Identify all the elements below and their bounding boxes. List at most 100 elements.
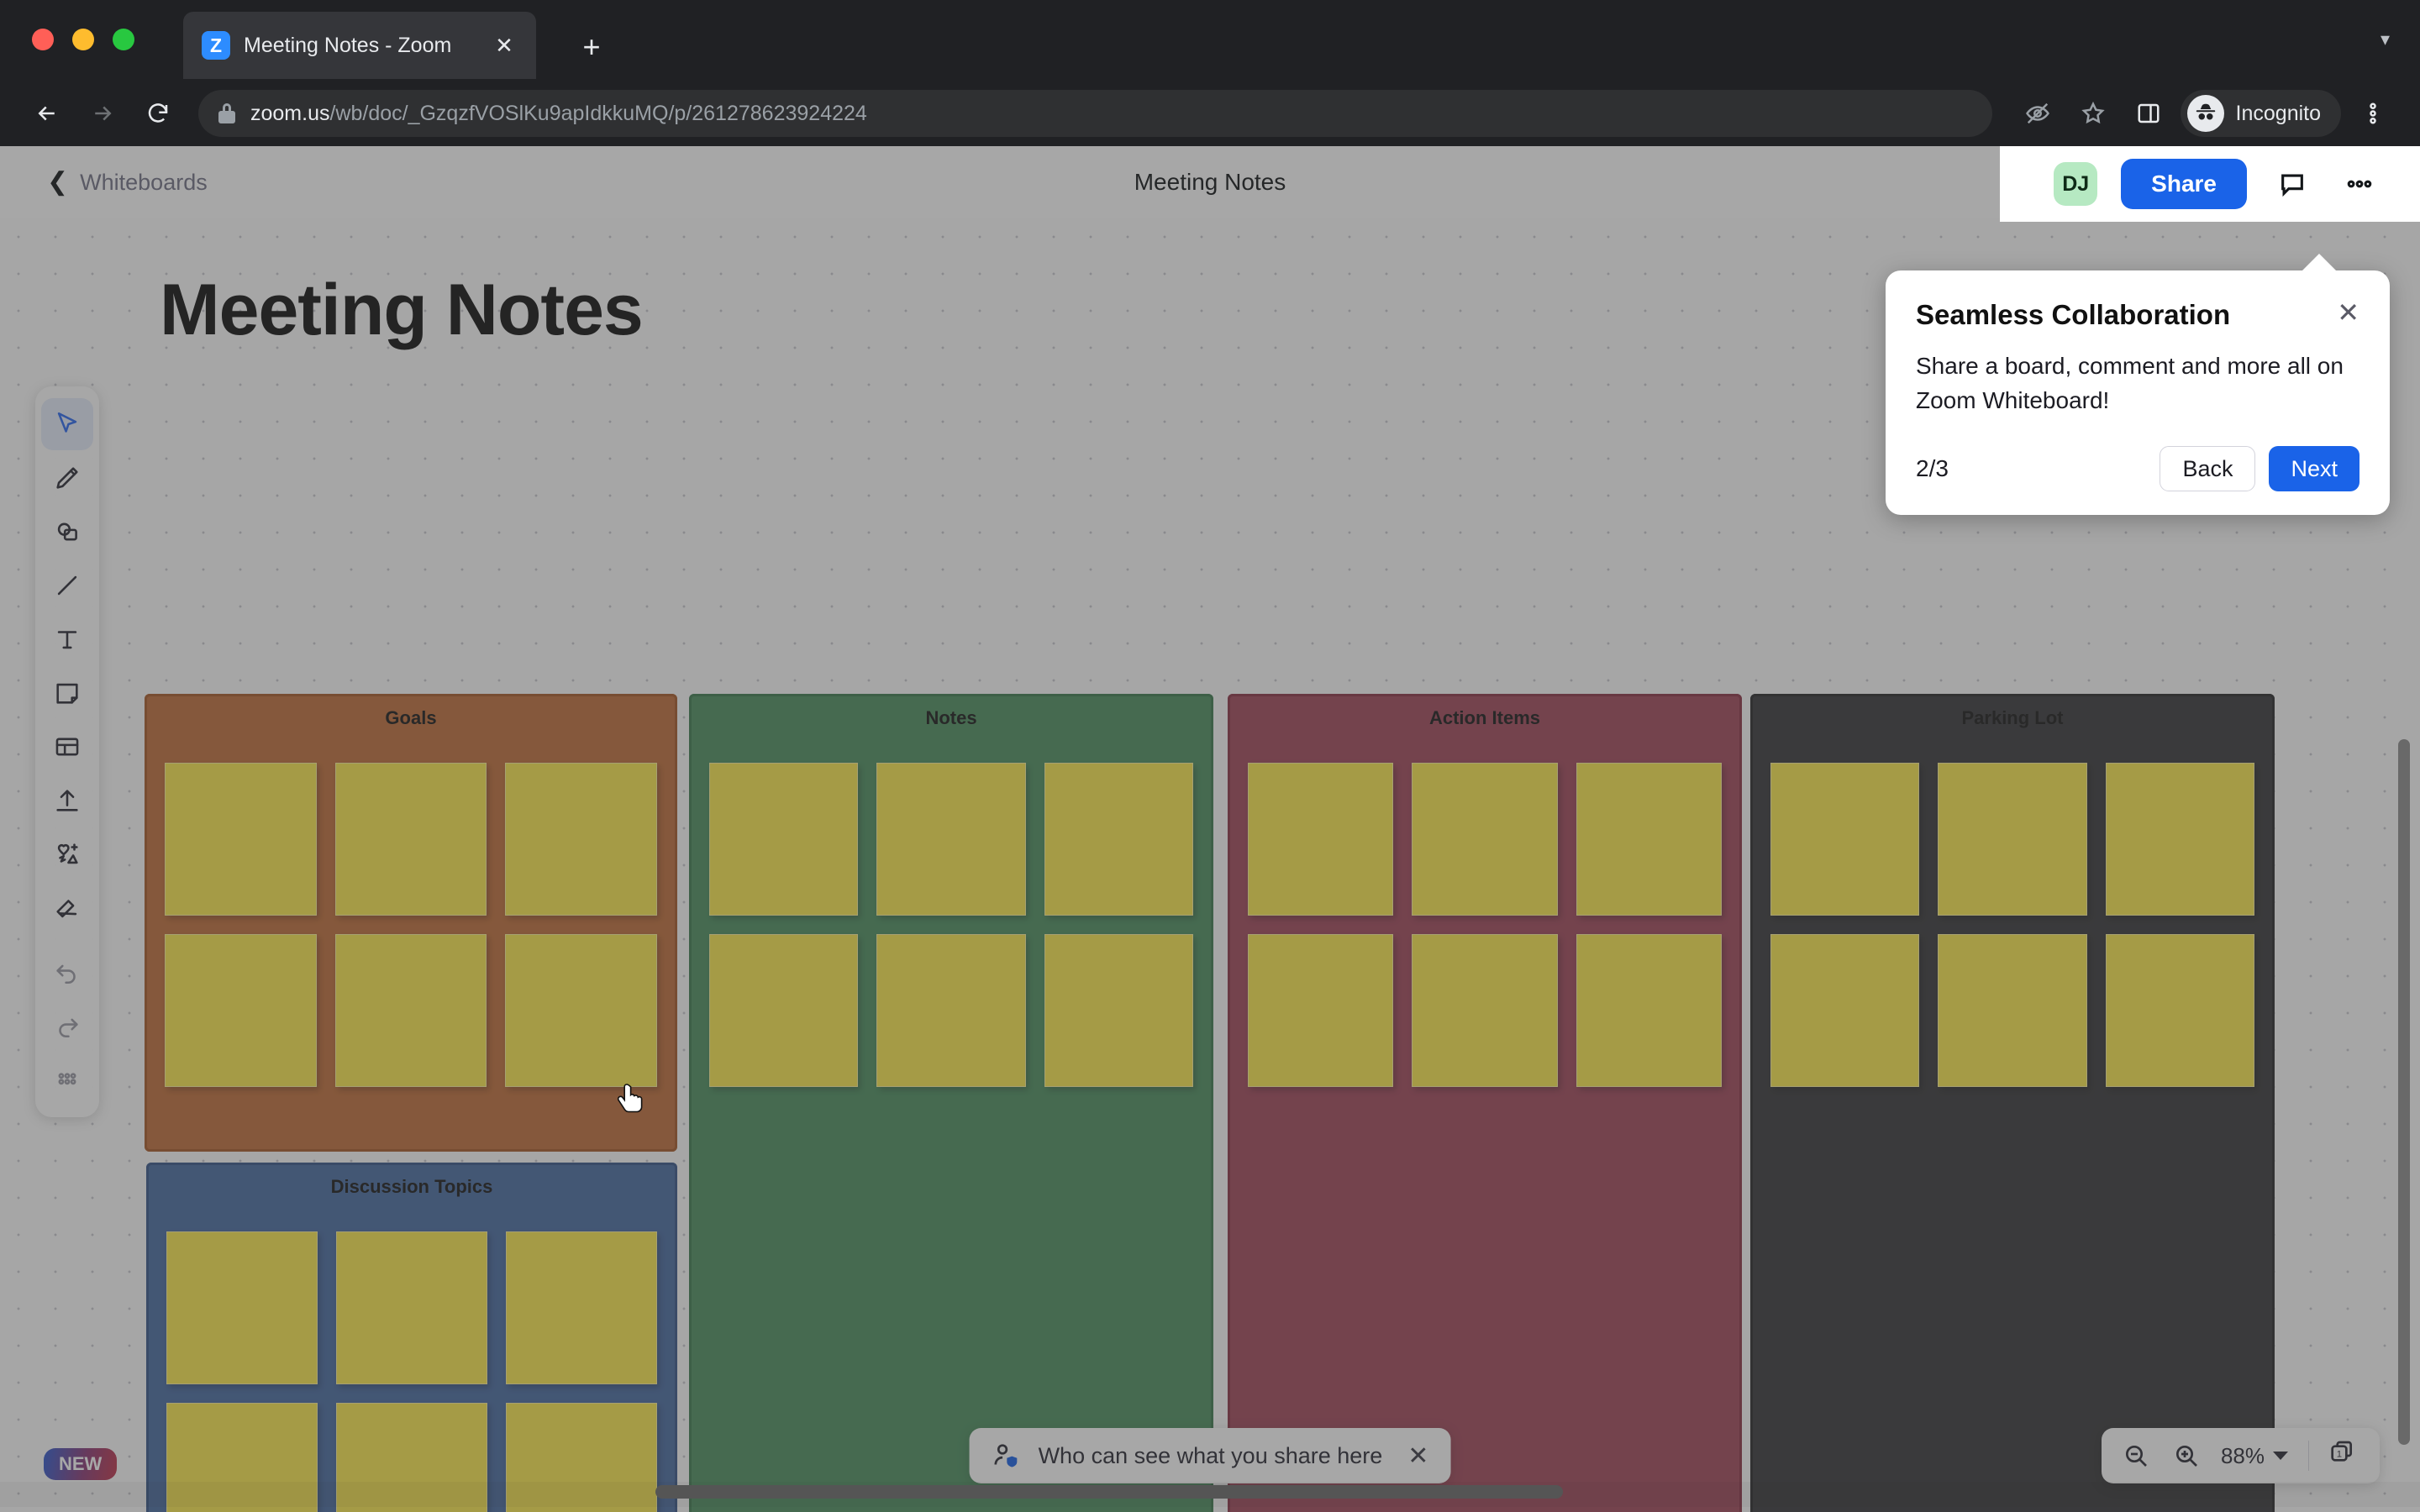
frame-tool[interactable] xyxy=(41,721,93,773)
panel-title: Action Items xyxy=(1428,707,1541,728)
sticky-note[interactable] xyxy=(1770,934,1920,1087)
panel-notes[interactable]: Notes xyxy=(689,694,1213,1512)
close-tab-icon[interactable]: ✕ xyxy=(487,29,521,62)
profile-label: Incognito xyxy=(2235,101,2321,125)
browser-menu-icon[interactable] xyxy=(2349,90,2396,137)
back-button[interactable]: Back xyxy=(2160,446,2256,492)
share-toast-text: Who can see what you share here xyxy=(1038,1442,1383,1468)
text-tool[interactable] xyxy=(41,613,93,665)
more-options-icon[interactable] xyxy=(2338,162,2381,206)
sticky-note[interactable] xyxy=(876,763,1026,916)
star-icon[interactable] xyxy=(2070,90,2117,137)
tab-search-chevron-down-icon[interactable]: ▾ xyxy=(2381,29,2390,50)
tab-strip: Z Meeting Notes - Zoom ✕ + ▾ xyxy=(0,0,2420,81)
panel-discussion-topics[interactable]: Discussion Topics xyxy=(146,1163,677,1512)
sticky-note[interactable] xyxy=(334,763,487,916)
sticky-note[interactable] xyxy=(334,934,487,1087)
side-panel-icon[interactable] xyxy=(2125,90,2172,137)
pen-tool[interactable] xyxy=(41,452,93,504)
sticky-note[interactable] xyxy=(709,934,859,1087)
profile-chip[interactable]: Incognito xyxy=(2180,90,2341,137)
eraser-tool[interactable] xyxy=(41,882,93,934)
sticky-note[interactable] xyxy=(709,763,859,916)
address-bar[interactable]: zoom.us/wb/doc/_GzqzfVOSlKu9apIdkkuMQ/p/… xyxy=(198,90,1992,137)
sticky-note[interactable] xyxy=(1412,763,1558,916)
horizontal-scrollbar[interactable] xyxy=(655,1485,1563,1499)
sticky-note[interactable] xyxy=(506,1231,657,1384)
sticky-note[interactable] xyxy=(1248,763,1394,916)
tool-rail xyxy=(35,386,99,1117)
eye-off-icon[interactable] xyxy=(2014,90,2061,137)
sticky-note[interactable] xyxy=(1576,934,1722,1087)
share-visibility-toast[interactable]: Who can see what you share here ✕ xyxy=(969,1428,1451,1483)
minimize-window-button[interactable] xyxy=(72,29,94,50)
browser-tab[interactable]: Z Meeting Notes - Zoom ✕ xyxy=(183,12,536,79)
sticky-note-grid xyxy=(1228,763,1742,1087)
reactions-tool[interactable] xyxy=(41,828,93,880)
close-window-button[interactable] xyxy=(32,29,54,50)
panel-goals[interactable]: Goals xyxy=(145,694,677,1152)
coachmark-footer: 2/3 Back Next xyxy=(1916,446,2360,492)
more-tools-grid-dots-icon[interactable] xyxy=(41,1053,93,1105)
url-host: zoom.us xyxy=(250,101,330,125)
zoom-level-value: 88% xyxy=(2220,1442,2265,1468)
sticky-note-grid xyxy=(145,763,677,1087)
upload-tool[interactable] xyxy=(41,774,93,827)
lock-icon xyxy=(218,103,235,123)
back-icon[interactable] xyxy=(24,90,71,137)
sticky-note[interactable] xyxy=(1938,763,2087,916)
close-icon[interactable]: ✕ xyxy=(1407,1441,1428,1471)
undo-button[interactable] xyxy=(41,946,93,998)
sticky-note[interactable] xyxy=(2105,934,2254,1087)
sticky-note[interactable] xyxy=(505,934,657,1087)
sticky-note[interactable] xyxy=(165,934,317,1087)
maximize-window-button[interactable] xyxy=(113,29,134,50)
sticky-note[interactable] xyxy=(1412,934,1558,1087)
panel-title: Notes xyxy=(925,707,977,728)
zoom-controls: 88% 1 xyxy=(2101,1428,2380,1483)
close-icon[interactable]: ✕ xyxy=(2337,299,2360,326)
sticky-note[interactable] xyxy=(876,934,1026,1087)
sticky-note-grid xyxy=(689,763,1213,1087)
tab-title: Meeting Notes - Zoom xyxy=(244,33,452,57)
forward-icon[interactable] xyxy=(79,90,126,137)
vertical-scrollbar[interactable] xyxy=(2398,739,2410,1445)
pages-panel-button[interactable]: 1 xyxy=(2323,1433,2368,1478)
mouse-cursor xyxy=(617,1084,643,1113)
sticky-note[interactable] xyxy=(1248,934,1394,1087)
share-button[interactable]: Share xyxy=(2121,159,2247,209)
sticky-note[interactable] xyxy=(1770,763,1920,916)
avatar[interactable]: DJ xyxy=(2054,162,2098,206)
zoom-level-dropdown[interactable]: 88% xyxy=(2214,1443,2295,1469)
coachmark-body: Share a board, comment and more all on Z… xyxy=(1916,353,2344,413)
panel-action-items[interactable]: Action Items xyxy=(1228,694,1742,1512)
select-tool[interactable] xyxy=(41,398,93,450)
new-tab-button[interactable]: + xyxy=(571,27,612,67)
panel-parking-lot[interactable]: Parking Lot xyxy=(1750,694,2275,1512)
reload-icon[interactable] xyxy=(134,90,182,137)
panel-title: Parking Lot xyxy=(1961,707,2064,728)
zoom-out-icon[interactable] xyxy=(2113,1433,2159,1478)
board-title[interactable]: Meeting Notes xyxy=(160,269,644,352)
sticky-note[interactable] xyxy=(1044,934,1193,1087)
sticky-note[interactable] xyxy=(1576,763,1722,916)
sticky-note[interactable] xyxy=(1938,934,2087,1087)
redo-button[interactable] xyxy=(41,1000,93,1052)
sticky-note-tool[interactable] xyxy=(41,667,93,719)
sticky-note[interactable] xyxy=(336,1231,487,1384)
line-tool[interactable] xyxy=(41,559,93,612)
comment-icon[interactable] xyxy=(2270,162,2314,206)
next-button[interactable]: Next xyxy=(2269,446,2360,492)
zoom-in-icon[interactable] xyxy=(2164,1433,2209,1478)
coachmark-title: Seamless Collaboration xyxy=(1916,299,2231,330)
header-actions-spotlight: DJ Share xyxy=(2000,146,2420,222)
divider xyxy=(2308,1441,2309,1471)
incognito-icon xyxy=(2186,95,2224,132)
sticky-note[interactable] xyxy=(2105,763,2254,916)
sticky-note[interactable] xyxy=(166,1231,318,1384)
shape-tool[interactable] xyxy=(41,506,93,558)
browser-window: Z Meeting Notes - Zoom ✕ + ▾ zoom.us/wb/… xyxy=(0,0,2420,1512)
sticky-note[interactable] xyxy=(1044,763,1193,916)
sticky-note[interactable] xyxy=(165,763,317,916)
sticky-note[interactable] xyxy=(505,763,657,916)
